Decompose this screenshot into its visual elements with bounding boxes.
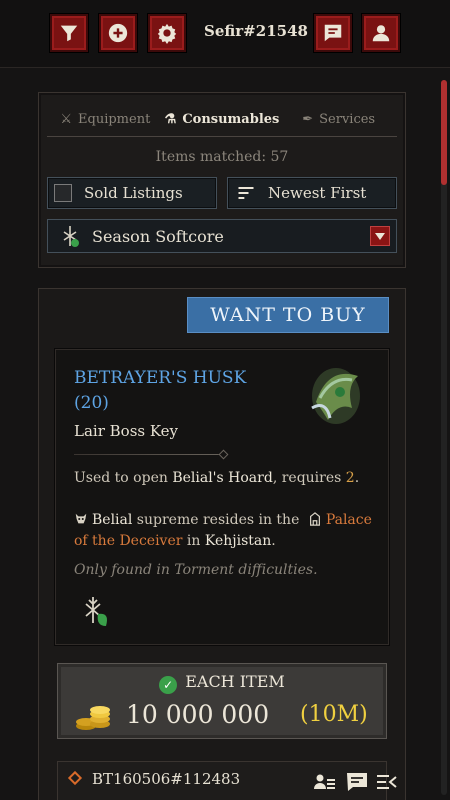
trade-row: BT160506#112483 (57, 761, 397, 800)
tab-label: Services (319, 112, 376, 127)
desc-text: . (354, 470, 360, 486)
user-list-icon[interactable] (314, 772, 336, 792)
desc-text: , requires (272, 470, 346, 486)
each-item-label: ✓ EACH ITEM (58, 672, 386, 694)
menu-collapse-icon[interactable] (376, 772, 398, 792)
gold-coins-icon (76, 706, 110, 730)
boss-text: in (182, 533, 205, 549)
verified-check-icon: ✓ (159, 676, 178, 694)
item-name: BETRAYER'S HUSK (74, 368, 247, 388)
chat-button[interactable] (314, 14, 352, 52)
season-icon (85, 597, 107, 626)
diamond-icon (67, 770, 83, 786)
divider (74, 454, 224, 455)
scrollbar-thumb[interactable] (441, 80, 447, 185)
sort-icon (238, 187, 254, 199)
price-box: ✓ EACH ITEM 10 000 000 (10M) (57, 663, 387, 739)
item-description: Used to open Belial's Hoard, requires 2. (74, 470, 374, 486)
tab-label: Consumables (182, 112, 280, 127)
want-to-buy-badge: WANT TO BUY (187, 297, 389, 333)
potion-icon: ⚗ (164, 112, 177, 127)
item-type: Lair Boss Key (74, 422, 179, 440)
tab-services[interactable]: ✒ Services (280, 103, 397, 136)
price-label: EACH ITEM (185, 672, 285, 691)
profile-button[interactable] (362, 14, 400, 52)
item-tooltip-card[interactable]: BETRAYER'S HUSK (20) Lair Boss Key Used … (55, 349, 389, 645)
sort-label: Newest First (268, 184, 367, 202)
chat-icon (324, 24, 342, 42)
tab-consumables[interactable]: ⚗ Consumables (164, 103, 281, 136)
sold-listings-label: Sold Listings (84, 184, 183, 202)
season-label: Season Softcore (92, 226, 224, 246)
season-icon (63, 226, 79, 247)
season-dropdown[interactable]: Season Softcore (47, 219, 397, 253)
add-button[interactable] (99, 14, 137, 52)
price-value: 10 000 000 (126, 700, 270, 729)
sort-button[interactable]: Newest First (227, 177, 397, 209)
demon-skull-icon (75, 513, 87, 524)
message-icon[interactable] (346, 772, 368, 792)
tab-label: Equipment (78, 112, 151, 127)
dungeon-icon (309, 512, 320, 526)
items-matched-count: Items matched: 57 (155, 149, 289, 165)
profile-icon (372, 25, 390, 42)
listing-card: WANT TO BUY BETRAYER'S HUSK (20) Lair Bo… (38, 288, 406, 800)
boss-info: Belial supreme resides in the Palace of … (74, 510, 374, 552)
boss-text: supreme resides in the (132, 512, 304, 528)
chevron-down-icon (370, 226, 390, 246)
divider-ornament (218, 449, 229, 460)
swords-icon: ⚔ (60, 112, 73, 127)
sold-listings-toggle[interactable]: Sold Listings (47, 177, 217, 209)
found-note: Only found in Torment difficulties. (74, 562, 318, 578)
item-quantity: (20) (74, 393, 109, 413)
boss-name: Belial (92, 512, 133, 528)
username: Sefir#21548 (204, 22, 308, 40)
trade-id: BT160506#112483 (92, 770, 241, 788)
desc-number: 2 (345, 470, 355, 486)
category-tabs: ⚔ Equipment ⚗ Consumables ✒ Services (47, 103, 397, 137)
plus-icon (108, 23, 128, 43)
item-image (311, 368, 360, 424)
feather-icon: ✒ (302, 112, 314, 127)
scrollbar-track[interactable] (441, 80, 447, 795)
boss-text: . (271, 533, 276, 549)
filter-icon (60, 25, 78, 42)
tab-equipment[interactable]: ⚔ Equipment (47, 103, 164, 136)
filter-button[interactable] (50, 14, 88, 52)
sold-listings-checkbox[interactable] (54, 184, 72, 202)
filter-panel: ⚔ Equipment ⚗ Consumables ✒ Services Ite… (38, 92, 406, 268)
settings-button[interactable] (148, 14, 186, 52)
item-title: BETRAYER'S HUSK (20) (74, 366, 246, 416)
top-bar: Sefir#21548 (0, 0, 450, 68)
desc-text: Used to open (74, 470, 173, 486)
gear-icon (157, 23, 177, 44)
price-short: (10M) (300, 702, 368, 727)
boss-region: Kehjistan (204, 533, 272, 549)
desc-target: Belial's Hoard (172, 470, 273, 486)
